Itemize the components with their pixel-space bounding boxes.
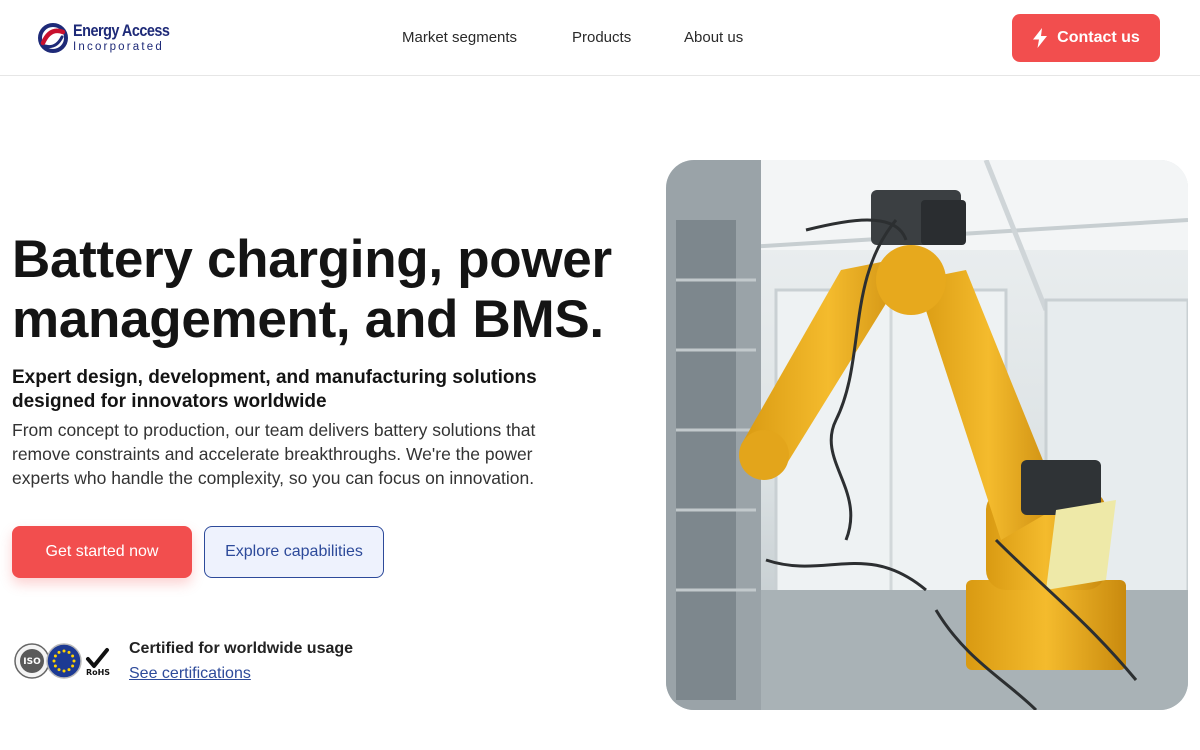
rohs-badge-text: RoHS: [86, 668, 110, 677]
lightning-icon: [1033, 28, 1048, 48]
hero-image: [666, 160, 1188, 710]
industrial-robot-arm-photo: [666, 160, 1188, 710]
rohs-badge-icon: RoHS: [86, 648, 110, 677]
ce-eu-badge-icon: [46, 643, 82, 679]
contact-us-label: Contact us: [1057, 29, 1140, 46]
nav-market-segments[interactable]: Market segments: [402, 29, 517, 46]
brand-name: Energy Access: [73, 21, 170, 41]
nav-products[interactable]: Products: [572, 29, 631, 46]
brand-subname: Incorporated: [73, 41, 164, 54]
certification-badges: ISO RoHS: [14, 643, 114, 681]
nav-about-us[interactable]: About us: [684, 29, 743, 46]
certification-title: Certified for worldwide usage: [129, 640, 354, 657]
see-certifications-link[interactable]: See certifications: [129, 665, 251, 683]
site-header: Energy Access Incorporated Market segmen…: [0, 0, 1200, 76]
brand-logo[interactable]: Energy Access Incorporated: [38, 20, 186, 56]
ea-logo-icon: [38, 23, 68, 53]
hero-subtitle: Expert design, development, and manufact…: [12, 367, 537, 412]
hero-description: From concept to production, our team del…: [12, 420, 536, 488]
iso-badge-icon: ISO: [14, 643, 50, 679]
explore-capabilities-button[interactable]: Explore capabilities: [204, 526, 384, 578]
hero-title: Battery charging, power management, and …: [12, 230, 612, 349]
contact-us-button[interactable]: Contact us: [1012, 14, 1160, 62]
get-started-button[interactable]: Get started now: [12, 526, 192, 578]
iso-badge-text: ISO: [23, 657, 41, 667]
